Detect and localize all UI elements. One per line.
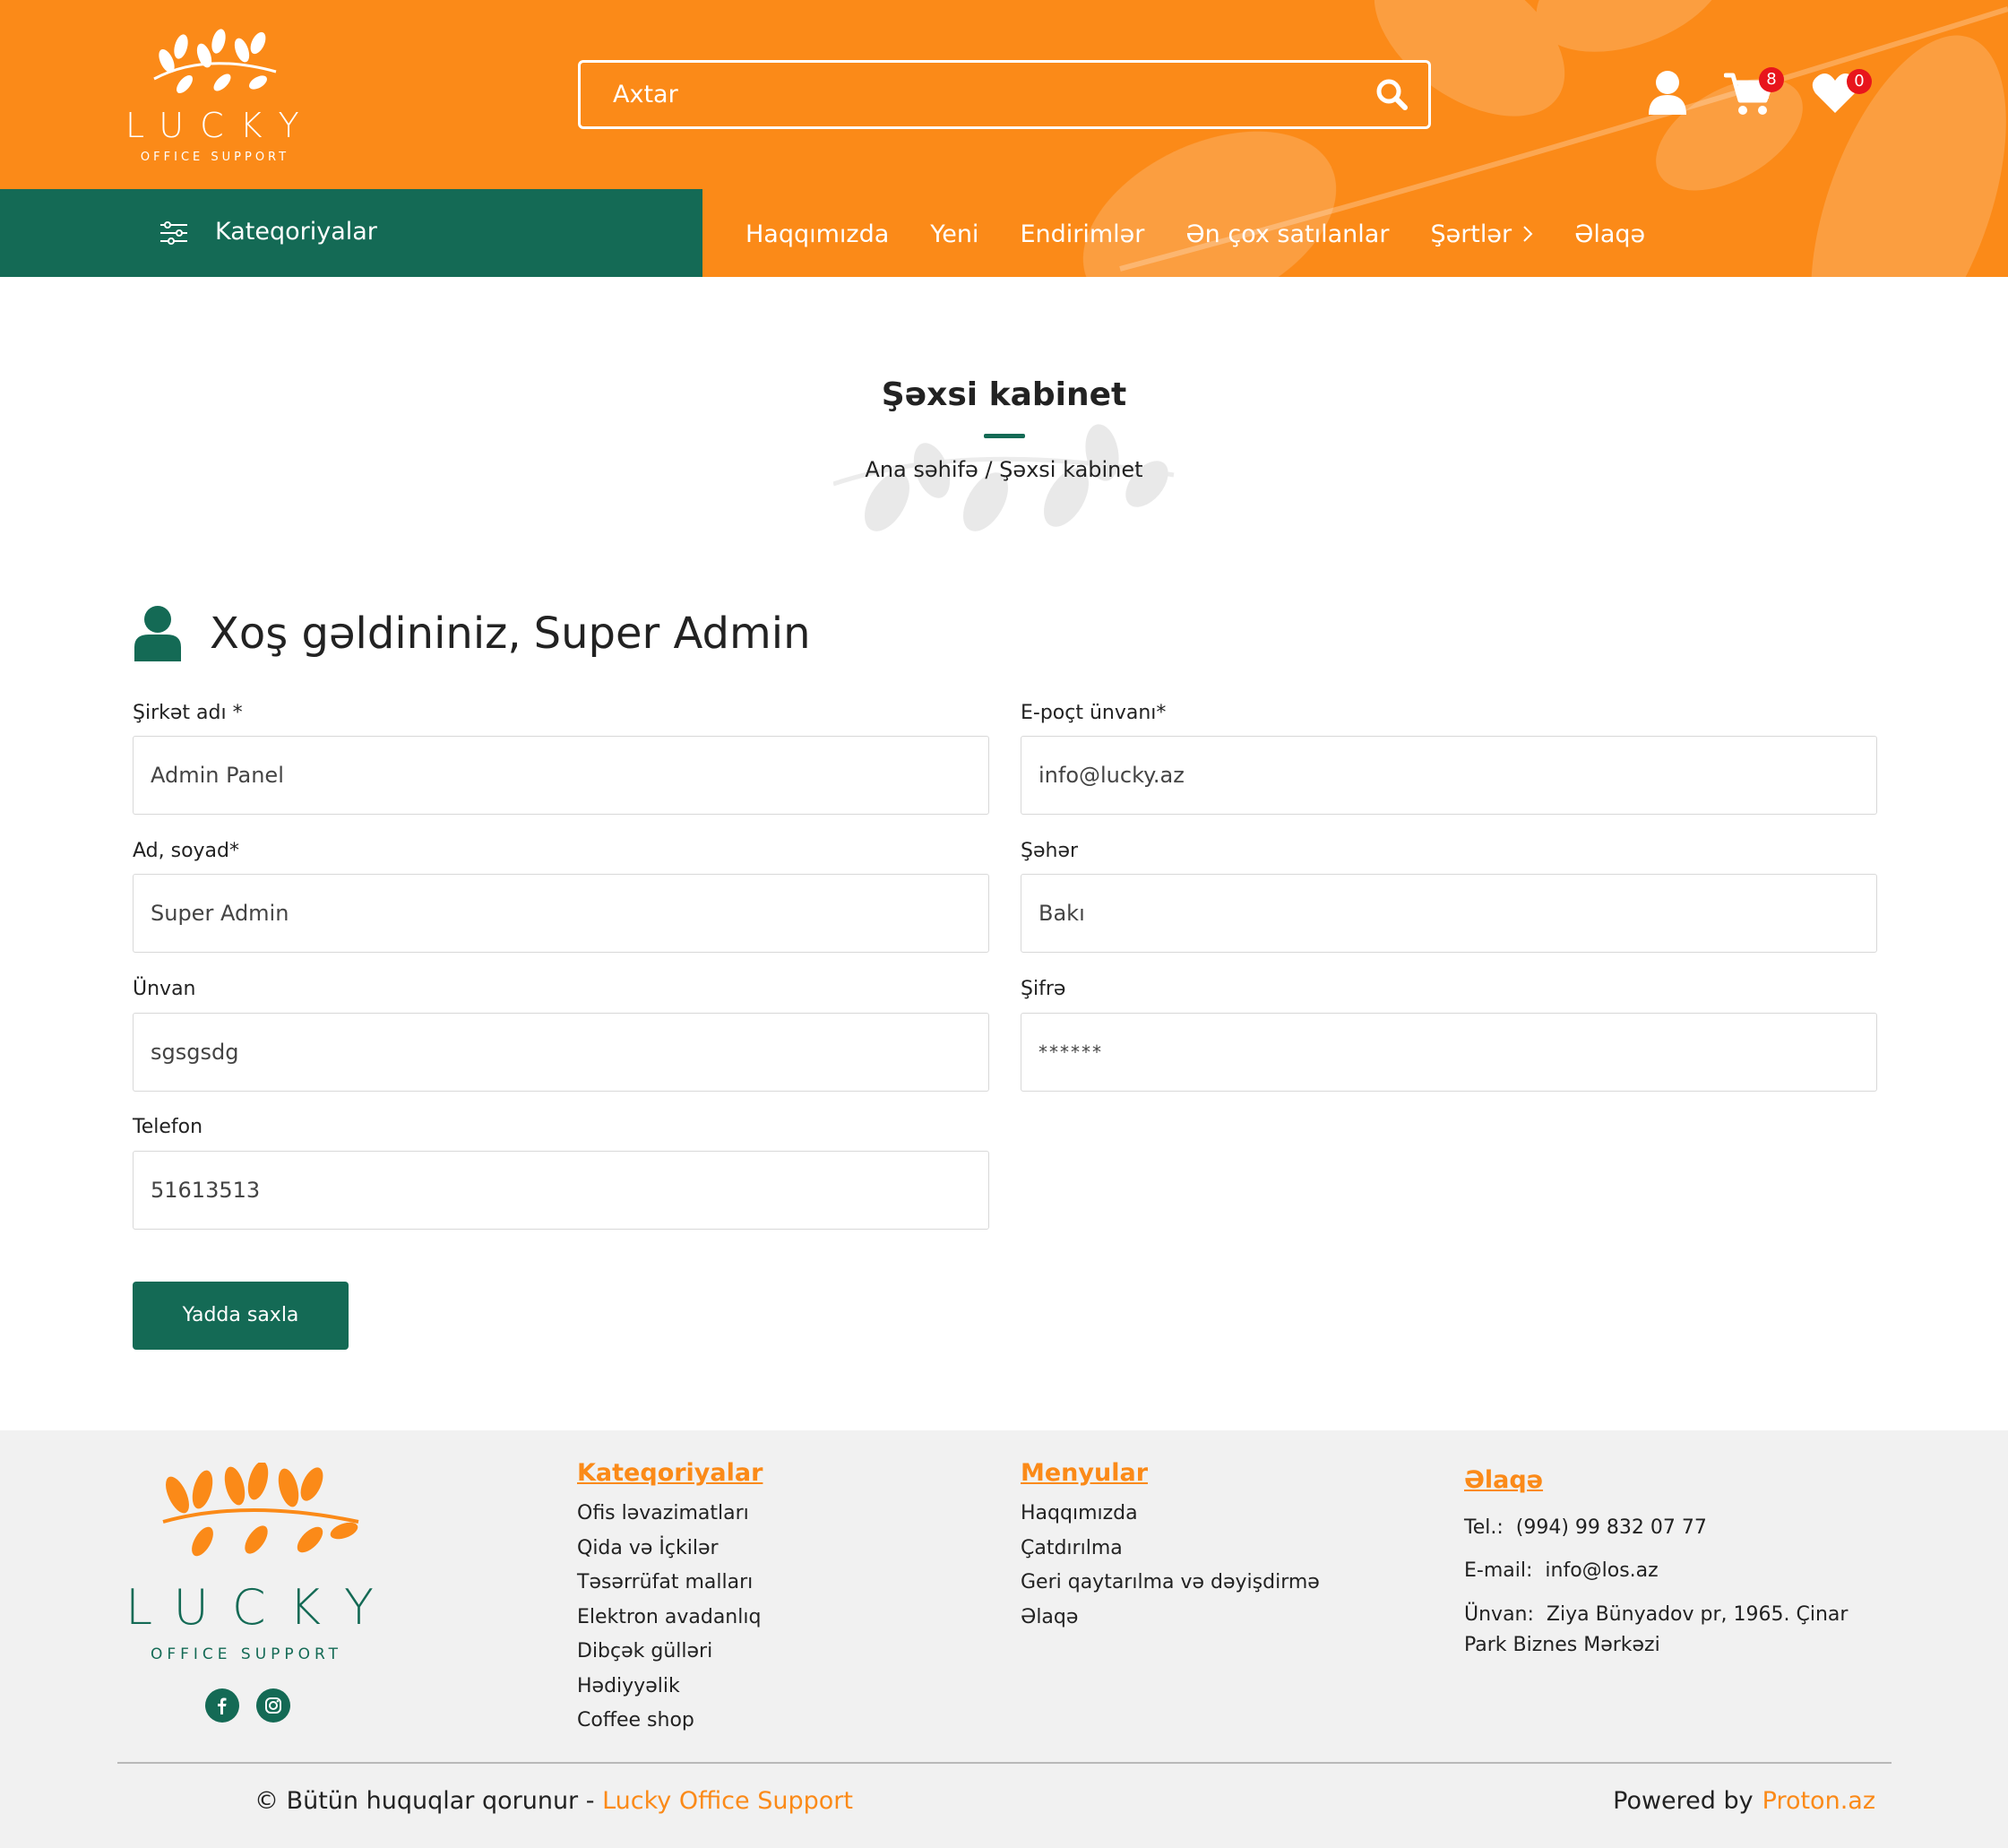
email-value[interactable]: info@los.az [1545,1559,1658,1582]
powered-text: Powered by [1613,1787,1754,1815]
footer-logo-wordmark: LUCKY [125,1579,398,1636]
phone-value[interactable]: (994) 99 832 07 77 [1516,1516,1707,1539]
company-field[interactable] [133,736,989,815]
user-icon[interactable] [1647,70,1688,117]
save-button[interactable]: Yadda saxla [133,1282,349,1350]
cart-count-badge: 8 [1759,67,1784,92]
nav-bestsellers[interactable]: Ən çox satılanlar [1185,220,1389,248]
email-label: E-poçt ünvanı* [1021,702,1167,724]
header-logo[interactable]: LUCKY OFFICE SUPPORT [125,25,305,168]
nav-about[interactable]: Haqqımızda [745,220,889,248]
user-icon [134,606,181,661]
city-label: Şəhər [1021,840,1079,862]
email-key: E-mail: [1464,1559,1533,1582]
address-label: Ünvan [133,978,196,1000]
footer-menu-link[interactable]: Çatdırılma [1021,1532,1320,1567]
facebook-icon [218,1697,227,1714]
footer-address: Ünvan: Ziya Bünyadov pr, 1965. Çinar Park… [1464,1600,1848,1661]
footer-menu-link[interactable]: Geri qaytarılma və dəyişdirmə [1021,1566,1320,1601]
page-title: Şəxsi kabinet [881,376,1127,413]
nav-terms-label: Şərtlər [1430,220,1512,248]
copyright-brand-link[interactable]: Lucky Office Support [602,1787,853,1815]
logo-subtitle: OFFICE SUPPORT [140,151,290,164]
footer-logo[interactable]: LUCKY OFFICE SUPPORT [125,1463,398,1678]
footer-menus-list: Haqqımızda Çatdırılma Geri qaytarılma və… [1021,1497,1320,1635]
powered-by: Powered by Proton.az [1613,1787,1875,1815]
footer-menu-link[interactable]: Haqqımızda [1021,1497,1320,1532]
site-header: LUCKY OFFICE SUPPORT 8 0 Kateqoriyalar [0,0,2008,277]
footer-category-link[interactable]: Coffee shop [577,1704,761,1739]
facebook-link[interactable] [205,1688,239,1723]
fullname-field[interactable] [133,874,989,953]
password-field[interactable] [1021,1013,1877,1092]
phone-label: Telefon [133,1116,203,1138]
instagram-link[interactable] [256,1688,290,1723]
nav-terms[interactable]: Şərtlər [1430,220,1533,248]
footer-categories-title[interactable]: Kateqoriyalar [577,1459,763,1487]
company-label: Şirkət adı * [133,702,243,724]
logo-leaves-icon [153,29,277,93]
footer-categories-list: Ofis ləvazimatları Qida və İçkilər Təsər… [577,1497,761,1739]
footer-category-link[interactable]: Elektron avadanlıq [577,1601,761,1636]
powered-brand-link[interactable]: Proton.az [1762,1787,1875,1815]
nav-new[interactable]: Yeni [930,220,978,248]
footer-category-link[interactable]: Qida və İçkilər [577,1532,761,1567]
footer-phone: Tel.: (994) 99 832 07 77 [1464,1513,1707,1543]
welcome-text: Xoş gəldininiz, [210,609,521,659]
fullname-label: Ad, soyad* [133,840,240,862]
footer-contact-title[interactable]: Əlaqə [1464,1466,1543,1494]
footer-menu-link[interactable]: Əlaqə [1021,1601,1320,1636]
nav-discounts[interactable]: Endirimlər [1020,220,1144,248]
welcome-heading: Xoş gəldininiz, Super Admin [133,602,810,665]
footer-category-link[interactable]: Dibçək gülləri [577,1635,761,1670]
categories-button[interactable]: Kateqoriyalar [0,189,702,277]
email-field[interactable] [1021,736,1877,815]
address-key: Ünvan: [1464,1603,1534,1626]
wishlist-count-badge: 0 [1847,69,1872,94]
main-nav: Haqqımızda Yeni Endirimlər Ən çox satıla… [745,218,1686,250]
city-field[interactable] [1021,874,1877,953]
address-value-line1: Ziya Bünyadov pr, 1965. Çinar [1546,1603,1849,1626]
footer-menus-title[interactable]: Menyular [1021,1459,1148,1487]
menu-sliders-icon [160,221,187,245]
footer-logo-subtitle: OFFICE SUPPORT [150,1645,343,1663]
chevron-right-icon [1523,226,1533,242]
breadcrumb[interactable]: Ana səhifə / Şəxsi kabinet [0,457,2008,482]
logo-wordmark: LUCKY [125,106,315,145]
title-underline [984,434,1025,438]
search-box [578,60,1431,129]
phone-field[interactable] [133,1151,989,1230]
phone-key: Tel.: [1464,1516,1504,1539]
password-label: Şifrə [1021,978,1066,1000]
footer-divider [117,1762,1892,1764]
footer-category-link[interactable]: Hədiyyəlik [577,1670,761,1705]
footer-category-link[interactable]: Ofis ləvazimatları [577,1497,761,1532]
copyright: © Bütün huquqlar qorunur - Lucky Office … [254,1787,853,1815]
instagram-icon [265,1697,281,1714]
footer-category-link[interactable]: Təsərrüfat malları [577,1566,761,1601]
logo-leaves-icon [162,1463,359,1557]
search-input[interactable] [613,63,1348,126]
address-field[interactable] [133,1013,989,1092]
search-icon[interactable] [1375,77,1409,111]
categories-label: Kateqoriyalar [215,218,377,246]
footer-email: E-mail: info@los.az [1464,1556,1659,1586]
nav-contact[interactable]: Əlaqə [1574,220,1645,248]
copyright-text: © Bütün huquqlar qorunur - [254,1787,603,1815]
welcome-user-name: Super Admin [533,609,811,659]
address-value-line2: Park Biznes Mərkəzi [1464,1634,1660,1656]
